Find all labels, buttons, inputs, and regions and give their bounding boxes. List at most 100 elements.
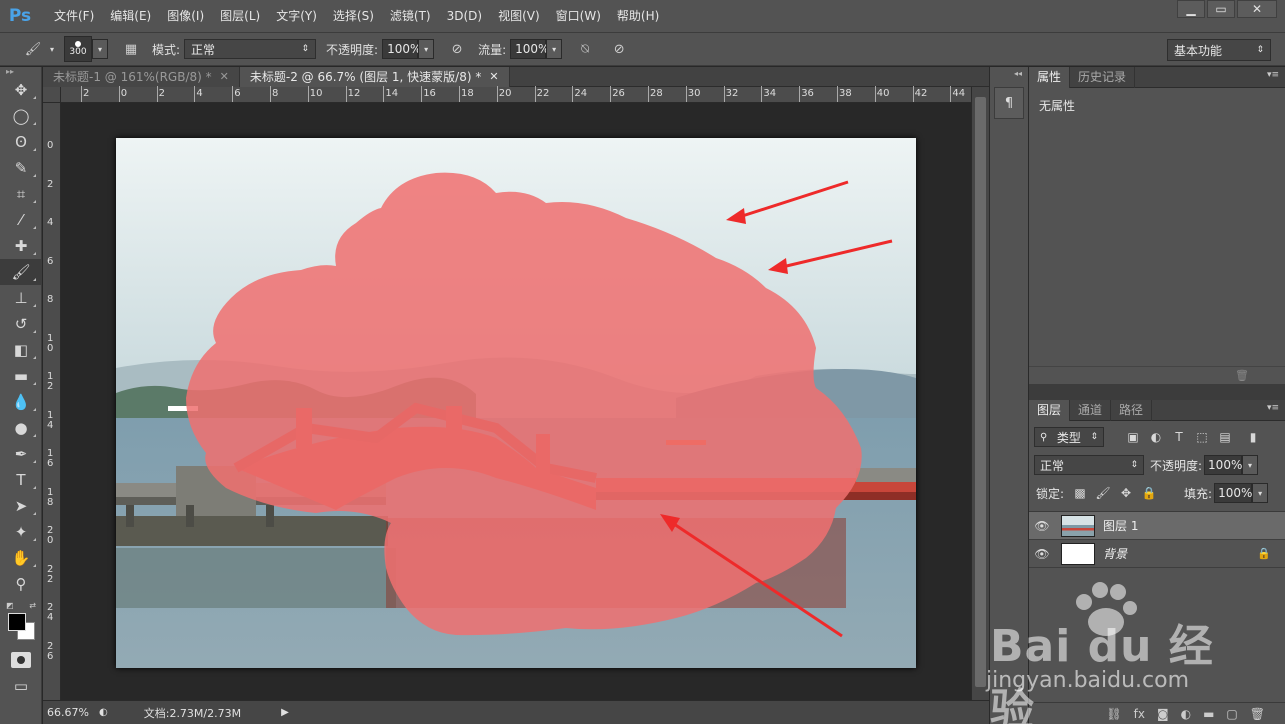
menu-help[interactable]: 帮助(H) [609, 0, 667, 32]
character-panel-button[interactable]: ¶ [994, 87, 1024, 119]
document-image[interactable] [116, 138, 916, 668]
path-select-tool[interactable]: ➤ [0, 493, 42, 519]
hand-tool[interactable]: ✋ [0, 545, 42, 571]
airbrush-icon[interactable]: ⍉ [574, 38, 596, 60]
minimize-button[interactable]: ▁ [1177, 0, 1205, 18]
marquee-tool[interactable]: ◯ [0, 103, 42, 129]
fill-dropdown[interactable]: ▾ [1252, 483, 1269, 503]
opacity-dropdown[interactable]: ▾ [418, 39, 435, 59]
history-brush-tool[interactable]: ↺ [0, 311, 42, 337]
tab-history[interactable]: 历史记录 [1070, 67, 1136, 88]
scroll-thumb[interactable] [975, 97, 986, 687]
quick-select-tool[interactable]: ✎ [0, 155, 42, 181]
zoom-level[interactable]: 66.67% [43, 706, 99, 719]
brush-preset-dropdown[interactable]: ▾ [92, 39, 108, 59]
trash-icon[interactable]: 🗑 [1235, 369, 1249, 382]
ruler-origin[interactable] [43, 87, 61, 103]
pressure-size-icon[interactable]: ⊘ [608, 38, 630, 60]
collapse-icon[interactable]: ◂◂ [1014, 69, 1022, 78]
panel-collapse-icon[interactable]: ▸▸ [0, 67, 41, 77]
mode-select[interactable]: 正常 ⇕ [184, 39, 317, 59]
healing-tool[interactable]: ✚ [0, 233, 42, 259]
menu-layer[interactable]: 图层(L) [212, 0, 268, 32]
close-icon[interactable]: ✕ [220, 67, 229, 87]
close-button[interactable]: ✕ [1237, 0, 1277, 18]
brush-panel-icon[interactable]: ▦ [120, 38, 142, 60]
foreground-color[interactable] [8, 613, 26, 631]
quick-mask-button[interactable] [0, 647, 42, 673]
tool-preset-dropdown[interactable]: ▾ [44, 39, 60, 59]
clone-stamp-tool[interactable]: ⊥ [0, 285, 42, 311]
screen-mode-button[interactable]: ▭ [0, 673, 42, 699]
lock-position-icon[interactable]: ✥ [1117, 484, 1135, 502]
brush-tool[interactable]: 🖌 [0, 259, 42, 285]
flow-input[interactable]: 100% [510, 39, 549, 59]
trash-icon[interactable]: 🗑 [1250, 707, 1265, 721]
fx-icon[interactable]: fx [1134, 707, 1145, 721]
close-icon[interactable]: ✕ [489, 67, 498, 87]
panel-menu-icon[interactable]: ▾≡ [1267, 70, 1279, 80]
eraser-tool[interactable]: ◧ [0, 337, 42, 363]
layer-opacity-dropdown[interactable]: ▾ [1242, 455, 1259, 475]
tab-channels[interactable]: 通道 [1070, 400, 1112, 421]
swap-colors-icon[interactable]: ⇄ [29, 601, 36, 611]
canvas-area[interactable] [61, 103, 971, 700]
tab-document-1[interactable]: 未标题-1 @ 161%(RGB/8) * ✕ [43, 67, 240, 87]
menu-window[interactable]: 窗口(W) [548, 0, 609, 32]
layer-filter-select[interactable]: ⚲ 类型 ⇕ [1034, 427, 1104, 447]
vertical-scrollbar[interactable] [971, 87, 989, 700]
filter-type-icon[interactable]: T [1170, 428, 1188, 446]
adjustment-layer-icon[interactable]: ◐ [1181, 707, 1191, 721]
lock-transparency-icon[interactable]: ▩ [1071, 484, 1089, 502]
brush-preset-picker[interactable]: 300 [64, 36, 92, 62]
lock-all-icon[interactable]: 🔒 [1140, 484, 1158, 502]
filter-smart-object-icon[interactable]: ▤ [1216, 428, 1234, 446]
tab-paths[interactable]: 路径 [1111, 400, 1153, 421]
shape-tool[interactable]: ✦ [0, 519, 42, 545]
zoom-tool[interactable]: ⚲ [0, 571, 42, 597]
link-layers-icon[interactable]: ⛓ [1106, 707, 1121, 721]
status-info-icon[interactable]: ◐ [99, 707, 108, 718]
menu-image[interactable]: 图像(I) [159, 0, 212, 32]
maximize-button[interactable]: ▭ [1207, 0, 1235, 18]
crop-tool[interactable]: ⌗ [0, 181, 42, 207]
move-tool[interactable]: ✥ [0, 77, 42, 103]
default-colors-icon[interactable]: ◩ [6, 601, 14, 611]
new-layer-icon[interactable]: ▢ [1226, 707, 1237, 721]
layer-row-layer1[interactable]: 👁 图层 1 [1029, 512, 1285, 540]
layer-row-background[interactable]: 👁 背景 🔒 [1029, 540, 1285, 568]
tab-layers[interactable]: 图层 [1029, 400, 1071, 421]
filter-shape-icon[interactable]: ⬚ [1193, 428, 1211, 446]
filter-toggle-icon[interactable]: ▮ [1244, 428, 1262, 446]
eye-icon[interactable]: 👁 [1029, 547, 1055, 561]
menu-select[interactable]: 选择(S) [325, 0, 382, 32]
menu-view[interactable]: 视图(V) [490, 0, 548, 32]
lasso-tool[interactable]: ʘ [0, 129, 42, 155]
horizontal-ruler[interactable]: 2 0 2 4 6 8 10 12 14 16 18 20 22 24 26 28 30 32 34 36 38 40 42… [61, 86, 971, 103]
menu-filter[interactable]: 滤镜(T) [382, 0, 439, 32]
menu-type[interactable]: 文字(Y) [268, 0, 325, 32]
status-menu-arrow-icon[interactable]: ▶ [281, 707, 289, 718]
filter-adjustment-icon[interactable]: ◐ [1147, 428, 1165, 446]
pen-tool[interactable]: ✒ [0, 441, 42, 467]
new-group-icon[interactable]: ▬ [1203, 707, 1214, 721]
dodge-tool[interactable]: ● [0, 415, 42, 441]
lock-pixels-icon[interactable]: 🖌 [1094, 484, 1112, 502]
flow-dropdown[interactable]: ▾ [546, 39, 563, 59]
type-tool[interactable]: T [0, 467, 42, 493]
menu-edit[interactable]: 编辑(E) [102, 0, 159, 32]
tab-properties[interactable]: 属性 [1029, 67, 1071, 88]
fill-input[interactable]: 100% [1214, 483, 1252, 503]
menu-3d[interactable]: 3D(D) [439, 0, 490, 32]
filter-pixel-icon[interactable]: ▣ [1124, 428, 1142, 446]
vertical-ruler[interactable]: 0 2 4 6 8 1 0 1 2 1 4 1 6 1 8 2 0 2 2 2 4 2 6 [43, 103, 61, 700]
blur-tool[interactable]: 💧 [0, 389, 42, 415]
brush-tool-icon[interactable]: 🖌 [22, 38, 44, 60]
opacity-input[interactable]: 100% [382, 39, 421, 59]
workspace-select[interactable]: 基本功能 ⇕ [1167, 39, 1271, 61]
tab-document-2[interactable]: 未标题-2 @ 66.7% (图层 1, 快速蒙版/8) * ✕ [239, 67, 510, 87]
panel-menu-icon[interactable]: ▾≡ [1267, 403, 1279, 413]
layer-opacity-input[interactable]: 100% [1204, 455, 1242, 475]
menu-file[interactable]: 文件(F) [46, 0, 102, 32]
add-mask-icon[interactable]: ◙ [1157, 707, 1169, 721]
